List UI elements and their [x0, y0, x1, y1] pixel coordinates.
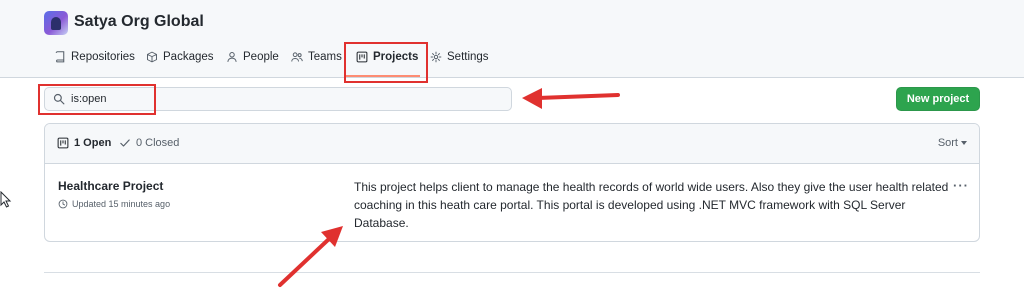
mouse-cursor-icon [0, 191, 12, 208]
annotation-arrow-search [522, 88, 620, 109]
annotation-arrow-description [278, 226, 343, 287]
annotation-arrows [278, 88, 620, 287]
